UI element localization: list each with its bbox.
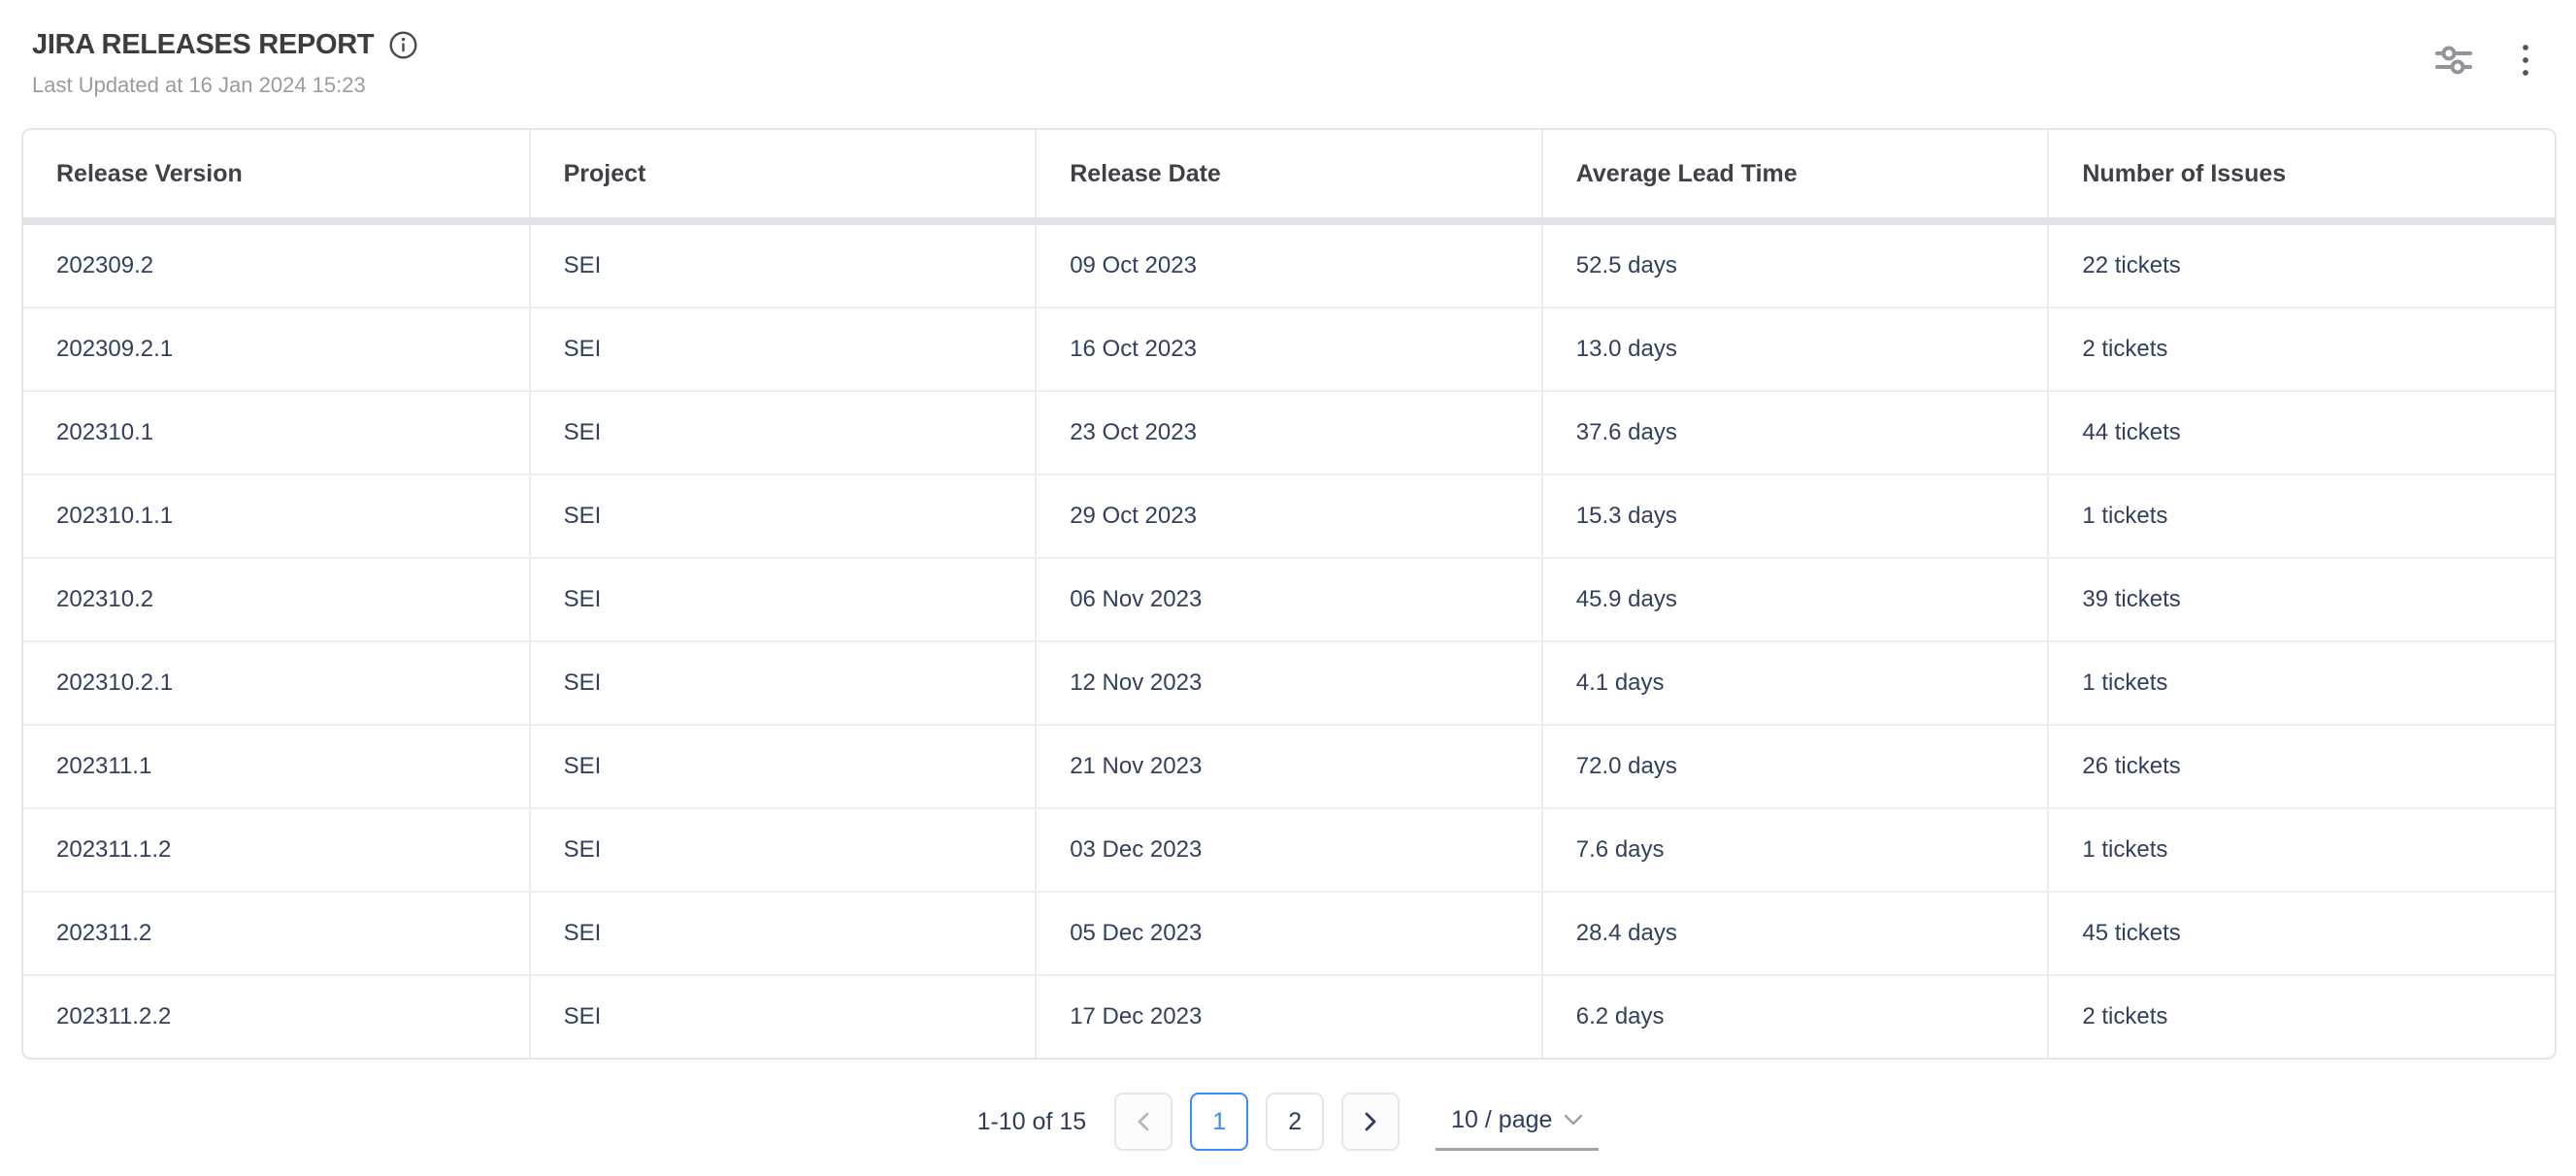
kebab-menu-icon [2522,44,2529,77]
cell-number-of-issues: 39 tickets [2048,558,2555,641]
widget-actions [2428,35,2551,85]
cell-avg-lead-time: 6.2 days [1542,975,2049,1058]
cell-release-version: 202311.1 [23,725,530,808]
cell-release-date: 06 Nov 2023 [1036,558,1542,641]
column-header-number-of-issues: Number of Issues [2048,130,2555,221]
cell-project: SEI [530,892,1037,975]
cell-project: SEI [530,808,1037,892]
cell-avg-lead-time: 13.0 days [1542,308,2049,391]
cell-release-date: 09 Oct 2023 [1036,221,1542,308]
table-row: 202311.1.2 SEI 03 Dec 2023 7.6 days 1 ti… [23,808,2555,892]
info-icon-glyph [389,31,417,59]
column-header-release-date: Release Date [1036,130,1542,221]
cell-release-date: 16 Oct 2023 [1036,308,1542,391]
releases-table-card: Release Version Project Release Date Ave… [21,128,2557,1060]
page-size-label: 10 / page [1451,1106,1552,1134]
cell-number-of-issues: 1 tickets [2048,474,2555,558]
cell-avg-lead-time: 72.0 days [1542,725,2049,808]
cell-release-version: 202310.2 [23,558,530,641]
pagination-range-label: 1-10 of 15 [977,1108,1087,1136]
cell-avg-lead-time: 37.6 days [1542,391,2049,474]
cell-project: SEI [530,221,1037,308]
cell-avg-lead-time: 28.4 days [1542,892,2049,975]
cell-project: SEI [530,308,1037,391]
cell-project: SEI [530,391,1037,474]
chevron-down-icon [1564,1114,1583,1127]
page-button-2[interactable]: 2 [1266,1093,1324,1151]
column-header-project: Project [530,130,1037,221]
cell-number-of-issues: 26 tickets [2048,725,2555,808]
cell-avg-lead-time: 7.6 days [1542,808,2049,892]
cell-release-date: 23 Oct 2023 [1036,391,1542,474]
table-row: 202311.2.2 SEI 17 Dec 2023 6.2 days 2 ti… [23,975,2555,1058]
cell-number-of-issues: 22 tickets [2048,221,2555,308]
table-row: 202311.2 SEI 05 Dec 2023 28.4 days 45 ti… [23,892,2555,975]
cell-project: SEI [530,641,1037,725]
cell-project: SEI [530,558,1037,641]
table-row: 202311.1 SEI 21 Nov 2023 72.0 days 26 ti… [23,725,2555,808]
cell-avg-lead-time: 52.5 days [1542,221,2049,308]
page-button-1[interactable]: 1 [1190,1093,1248,1151]
cell-release-version: 202310.1.1 [23,474,530,558]
prev-page-button[interactable] [1114,1093,1172,1151]
column-header-avg-lead-time: Average Lead Time [1542,130,2049,221]
table-row: 202309.2 SEI 09 Oct 2023 52.5 days 22 ti… [23,221,2555,308]
cell-release-date: 12 Nov 2023 [1036,641,1542,725]
cell-release-version: 202309.2.1 [23,308,530,391]
page-size-select[interactable]: 10 / page [1436,1093,1599,1151]
chevron-right-icon [1364,1111,1377,1132]
table-row: 202309.2.1 SEI 16 Oct 2023 13.0 days 2 t… [23,308,2555,391]
cell-avg-lead-time: 4.1 days [1542,641,2049,725]
cell-release-date: 03 Dec 2023 [1036,808,1542,892]
table-header-row: Release Version Project Release Date Ave… [23,130,2555,221]
page-title: JIRA RELEASES REPORT [32,29,374,61]
table-row: 202310.1 SEI 23 Oct 2023 37.6 days 44 ti… [23,391,2555,474]
cell-release-version: 202311.2 [23,892,530,975]
more-menu-button[interactable] [2500,35,2551,85]
pagination: 1-10 of 15 1 2 10 / page [0,1093,2576,1151]
cell-avg-lead-time: 15.3 days [1542,474,2049,558]
cell-project: SEI [530,975,1037,1058]
chevron-left-icon [1137,1111,1150,1132]
cell-release-date: 21 Nov 2023 [1036,725,1542,808]
cell-number-of-issues: 1 tickets [2048,641,2555,725]
cell-release-date: 17 Dec 2023 [1036,975,1542,1058]
table-row: 202310.1.1 SEI 29 Oct 2023 15.3 days 1 t… [23,474,2555,558]
cell-release-version: 202310.2.1 [23,641,530,725]
column-header-release-version: Release Version [23,130,530,221]
cell-avg-lead-time: 45.9 days [1542,558,2049,641]
releases-table: Release Version Project Release Date Ave… [23,130,2555,1058]
cell-release-date: 05 Dec 2023 [1036,892,1542,975]
info-icon[interactable] [389,31,417,59]
cell-number-of-issues: 2 tickets [2048,975,2555,1058]
table-row: 202310.2 SEI 06 Nov 2023 45.9 days 39 ti… [23,558,2555,641]
sliders-icon [2435,46,2472,75]
cell-release-version: 202311.1.2 [23,808,530,892]
cell-number-of-issues: 1 tickets [2048,808,2555,892]
table-row: 202310.2.1 SEI 12 Nov 2023 4.1 days 1 ti… [23,641,2555,725]
last-updated-label: Last Updated at 16 Jan 2024 15:23 [32,73,366,98]
next-page-button[interactable] [1341,1093,1400,1151]
report-header: JIRA RELEASES REPORT [32,29,417,61]
cell-release-version: 202309.2 [23,221,530,308]
cell-release-version: 202310.1 [23,391,530,474]
cell-release-version: 202311.2.2 [23,975,530,1058]
cell-project: SEI [530,725,1037,808]
cell-number-of-issues: 2 tickets [2048,308,2555,391]
cell-project: SEI [530,474,1037,558]
cell-release-date: 29 Oct 2023 [1036,474,1542,558]
cell-number-of-issues: 45 tickets [2048,892,2555,975]
cell-number-of-issues: 44 tickets [2048,391,2555,474]
filter-settings-button[interactable] [2428,35,2479,85]
